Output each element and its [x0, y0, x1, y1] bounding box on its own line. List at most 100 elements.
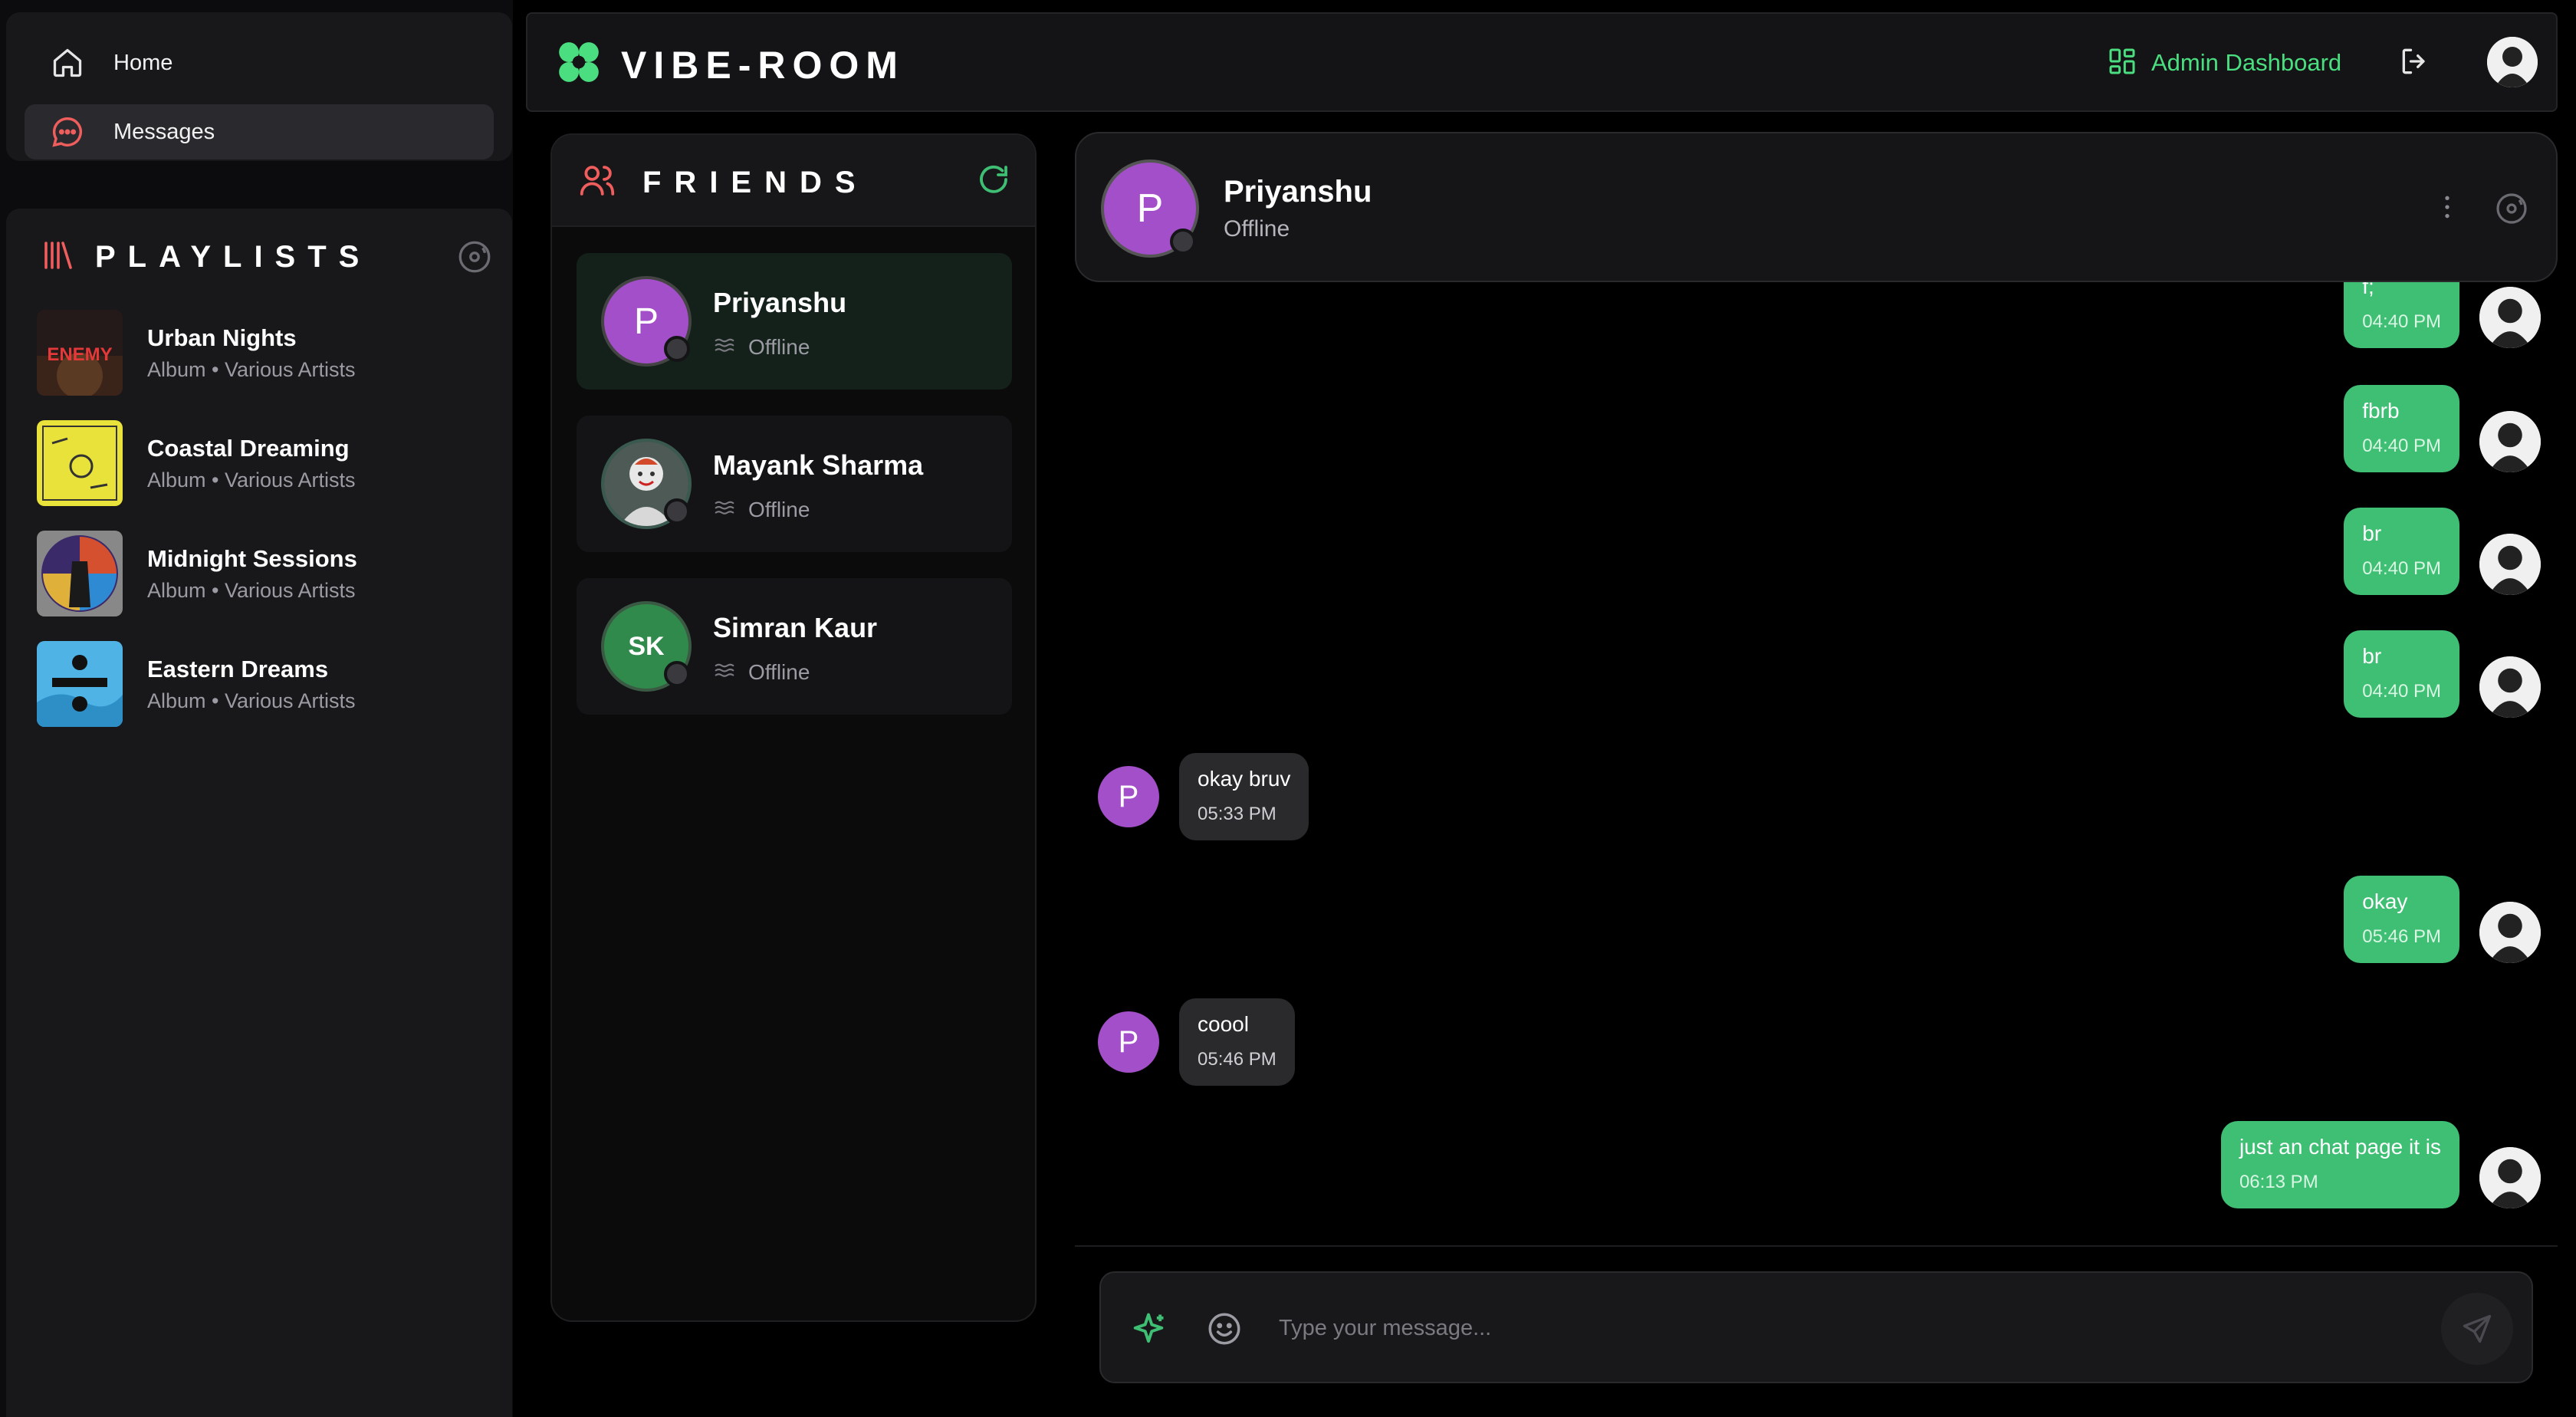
dashboard-icon	[2107, 46, 2137, 81]
sidebar-item-messages[interactable]: Messages	[25, 104, 494, 159]
playlist-subtitle: Album • Various Artists	[147, 357, 356, 381]
avatar: SK	[601, 601, 692, 692]
avatar	[2479, 902, 2541, 963]
avatar	[2479, 287, 2541, 348]
playlist-name: Eastern Dreams	[147, 655, 329, 682]
message-incoming: P coool 05:46 PM	[1098, 998, 1295, 1086]
message-time: 04:40 PM	[2362, 436, 2441, 456]
playlists-header: PLAYLISTS	[40, 230, 500, 284]
avatar	[2479, 1147, 2541, 1208]
message-outgoing: br 04:40 PM	[2344, 630, 2541, 718]
friend-item[interactable]: P Priyanshu Offline	[577, 253, 1012, 390]
playlist-item[interactable]: Eastern Dreams Album • Various Artists	[37, 638, 497, 730]
sparkles-icon[interactable]	[1129, 1310, 1168, 1353]
refresh-icon[interactable]	[975, 161, 1012, 202]
emoji-icon[interactable]	[1205, 1310, 1244, 1352]
more-vertical-icon[interactable]	[2432, 192, 2463, 226]
library-icon	[40, 237, 77, 278]
disc-icon[interactable]	[2493, 190, 2530, 231]
user-avatar[interactable]	[2487, 37, 2538, 87]
message-input[interactable]	[1279, 1304, 2429, 1353]
friend-status: Offline	[748, 497, 810, 521]
message-time: 04:40 PM	[2362, 558, 2441, 579]
message-text: okay bruv	[1198, 767, 1291, 791]
avatar	[2479, 656, 2541, 718]
playlist-subtitle: Album • Various Artists	[147, 468, 356, 492]
album-art: ENEMY	[37, 310, 123, 396]
playlists-panel: PLAYLISTS ENEMY Urban Nights Album • Var…	[6, 209, 512, 1417]
friend-name: Mayank Sharma	[713, 449, 924, 481]
admin-dashboard-button[interactable]: Admin Dashboard	[2107, 43, 2341, 83]
status-dot	[664, 336, 690, 362]
status-dot	[664, 498, 690, 524]
friend-name: Priyanshu	[713, 287, 847, 318]
message-time: 05:33 PM	[1198, 804, 1276, 824]
message-outgoing: br 04:40 PM	[2344, 508, 2541, 595]
message-time: 04:40 PM	[2362, 681, 2441, 702]
message-outgoing: fbrb 04:40 PM	[2344, 385, 2541, 472]
sidebar: Home Messages PLAYLISTS ENEMY Urban Nigh…	[0, 0, 513, 1417]
playlist-item[interactable]: Midnight Sessions Album • Various Artist…	[37, 528, 497, 620]
logo-icon	[555, 38, 603, 90]
playlist-name: Midnight Sessions	[147, 544, 357, 572]
message-text: just an chat page it is	[2239, 1135, 2441, 1159]
message-time: 05:46 PM	[2362, 926, 2441, 947]
message-time: 04:40 PM	[2362, 311, 2441, 332]
message-icon	[48, 112, 87, 152]
friends-header: FRIENDS	[552, 135, 1035, 227]
users-icon	[577, 159, 618, 205]
sidebar-item-label: Home	[113, 50, 173, 75]
message-text: okay	[2362, 889, 2408, 913]
sidebar-item-label: Messages	[113, 119, 215, 144]
playlist-item[interactable]: Coastal Dreaming Album • Various Artists	[37, 417, 497, 509]
chat-contact-status: Offline	[1224, 216, 1290, 242]
friend-item[interactable]: SK Simran Kaur Offline	[577, 578, 1012, 715]
message-outgoing: just an chat page it is 06:13 PM	[2220, 1121, 2541, 1208]
playlist-name: Urban Nights	[147, 324, 297, 351]
home-icon	[48, 43, 87, 83]
playlist-item[interactable]: ENEMY Urban Nights Album • Various Artis…	[37, 307, 497, 399]
message-text: br	[2362, 644, 2382, 668]
playlist-subtitle: Album • Various Artists	[147, 578, 356, 602]
admin-dashboard-label: Admin Dashboard	[2151, 49, 2342, 76]
sidebar-item-home[interactable]: Home	[25, 35, 494, 90]
avatar: P	[1098, 1011, 1159, 1073]
avatar: P	[1101, 159, 1199, 258]
message-text: br	[2362, 521, 2382, 545]
playlists-title: PLAYLISTS	[95, 239, 372, 274]
friends-title: FRIENDS	[642, 166, 869, 199]
friend-status: Offline	[748, 334, 810, 359]
chat-contact-name: Priyanshu	[1224, 175, 1372, 209]
message-incoming: P okay bruv 05:33 PM	[1098, 753, 1309, 840]
nav-card: Home Messages	[6, 12, 512, 161]
message-text: fbrb	[2362, 399, 2400, 422]
friend-status: Offline	[748, 659, 810, 684]
logout-icon[interactable]	[2398, 44, 2432, 82]
message-composer	[1099, 1271, 2533, 1383]
message-list: f; 04:40 PM fbrb 04:40 PM br 04:40 PM br…	[1075, 261, 2558, 1245]
message-time: 05:46 PM	[1198, 1049, 1276, 1070]
playlist-name: Coastal Dreaming	[147, 434, 350, 462]
send-button[interactable]	[2441, 1293, 2513, 1365]
message-text: coool	[1198, 1012, 1249, 1036]
message-time: 06:13 PM	[2239, 1172, 2318, 1192]
friend-name: Simran Kaur	[713, 612, 878, 643]
brand-name: VIBE-ROOM	[621, 44, 905, 87]
disc-icon[interactable]	[455, 238, 494, 280]
avatar	[601, 439, 692, 529]
avatar	[2479, 534, 2541, 595]
send-icon	[2463, 1314, 2492, 1343]
avatar: P	[601, 276, 692, 367]
friends-panel: FRIENDS P Priyanshu Offline Mayank Sharm…	[550, 133, 1037, 1322]
waves-icon	[713, 333, 736, 361]
album-art	[37, 531, 123, 616]
friend-item[interactable]: Mayank Sharma Offline	[577, 416, 1012, 552]
divider	[1075, 1245, 2558, 1247]
avatar	[2479, 411, 2541, 472]
status-dot	[664, 661, 690, 687]
album-art-text: ENEMY	[47, 344, 112, 365]
top-bar: VIBE-ROOM Admin Dashboard	[526, 12, 2558, 112]
status-dot	[1170, 228, 1196, 255]
avatar: P	[1098, 766, 1159, 827]
album-art	[37, 420, 123, 506]
